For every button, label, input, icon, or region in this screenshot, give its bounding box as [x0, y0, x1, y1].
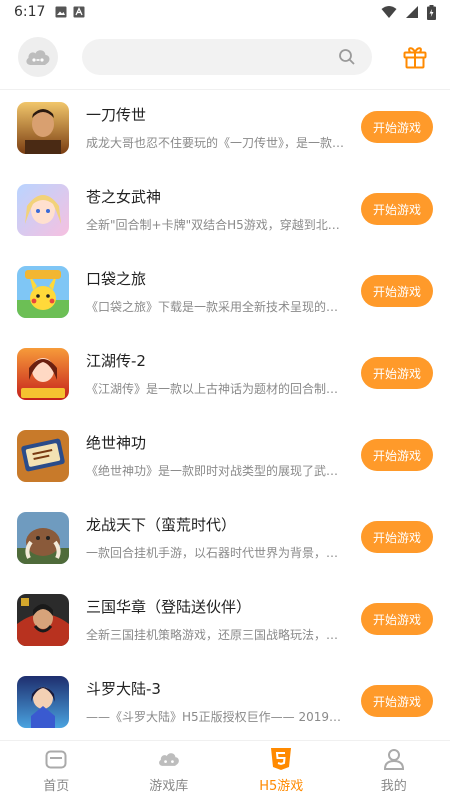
battery-icon [427, 4, 436, 20]
game-description: 《口袋之旅》下载是一款采用全新技术呈现的角色… [86, 300, 348, 314]
start-game-button[interactable]: 开始游戏 [361, 193, 433, 225]
start-game-button[interactable]: 开始游戏 [361, 111, 433, 143]
search-icon[interactable] [338, 48, 356, 66]
game-list-item[interactable]: 苍之女武神 全新"回合制+卡牌"双结合H5游戏，穿越到北欧希… 开始游戏 [0, 172, 450, 254]
game-thumbnail[interactable] [17, 430, 69, 482]
game-list-item[interactable]: 绝世神功 《绝世神功》是一款即时对战类型的展现了武侠江… 开始游戏 [0, 418, 450, 500]
start-game-button[interactable]: 开始游戏 [361, 439, 433, 471]
nav-label: H5游戏 [259, 779, 304, 794]
game-title: 口袋之旅 [86, 270, 147, 288]
game-description: 全新三国挂机策略游戏，还原三国战略玩法，在汉… [86, 628, 348, 642]
status-bar: 6:17 [0, 0, 450, 24]
gift-button[interactable] [398, 40, 432, 74]
cloud-game-button[interactable] [18, 36, 58, 77]
nav-game-library[interactable]: 游戏库 [113, 741, 226, 800]
gamepad-cloud-icon [157, 747, 181, 771]
game-description: ——《斗罗大陆》H5正版授权巨作—— 2019年度沉… [86, 710, 348, 724]
top-header [0, 24, 450, 90]
game-thumbnail[interactable] [17, 512, 69, 564]
user-icon [382, 747, 406, 771]
game-thumbnail[interactable] [17, 266, 69, 318]
game-thumbnail[interactable] [17, 102, 69, 154]
start-game-button[interactable]: 开始游戏 [361, 603, 433, 635]
start-game-button[interactable]: 开始游戏 [361, 685, 433, 717]
game-title: 三国华章（登陆送伙伴） [86, 598, 252, 616]
nav-mine[interactable]: 我的 [338, 741, 450, 800]
game-list-item[interactable]: 斗罗大陆-3 ——《斗罗大陆》H5正版授权巨作—— 2019年度沉… 开始游戏 [0, 664, 450, 740]
game-title: 龙战天下（蛮荒时代） [86, 516, 237, 534]
app-notification-icon [73, 6, 85, 18]
home-icon [44, 747, 68, 771]
signal-icon [406, 6, 418, 18]
game-thumbnail[interactable] [17, 594, 69, 646]
nav-home[interactable]: 首页 [0, 741, 113, 800]
game-list-item[interactable]: 三国华章（登陆送伙伴） 全新三国挂机策略游戏，还原三国战略玩法，在汉… 开始游戏 [0, 582, 450, 664]
status-time: 6:17 [14, 4, 46, 20]
game-list-item[interactable]: 江湖传-2 《江湖传》是一款以上古神话为题材的回合制游戏… 开始游戏 [0, 336, 450, 418]
game-description: 《绝世神功》是一款即时对战类型的展现了武侠江… [86, 464, 348, 478]
game-list-item[interactable]: 龙战天下（蛮荒时代） 一款回合挂机手游，以石器时代世界为背景，你将… 开始游戏 [0, 500, 450, 582]
game-thumbnail[interactable] [17, 348, 69, 400]
bottom-navigation: 首页 游戏库 H5游戏 我的 [0, 740, 450, 800]
game-title: 斗罗大陆-3 [86, 680, 161, 698]
search-box[interactable] [82, 38, 372, 75]
game-description: 成龙大哥也忍不住要玩的《一刀传世》，是一款集… [86, 136, 348, 150]
start-game-button[interactable]: 开始游戏 [361, 521, 433, 553]
gift-icon [403, 46, 427, 68]
nav-label: 游戏库 [149, 779, 189, 794]
game-list-item[interactable]: 一刀传世 成龙大哥也忍不住要玩的《一刀传世》，是一款集… 开始游戏 [0, 90, 450, 172]
html5-icon [269, 747, 293, 771]
image-notification-icon [55, 6, 67, 18]
game-thumbnail[interactable] [17, 184, 69, 236]
nav-label: 首页 [43, 779, 70, 794]
game-description: 《江湖传》是一款以上古神话为题材的回合制游戏… [86, 382, 348, 396]
game-list-item[interactable]: 口袋之旅 《口袋之旅》下载是一款采用全新技术呈现的角色… 开始游戏 [0, 254, 450, 336]
game-title: 绝世神功 [86, 434, 147, 452]
start-game-button[interactable]: 开始游戏 [361, 357, 433, 389]
game-title: 一刀传世 [86, 106, 147, 124]
game-thumbnail[interactable] [17, 676, 69, 728]
game-description: 一款回合挂机手游，以石器时代世界为背景，你将… [86, 546, 348, 560]
game-title: 江湖传-2 [86, 352, 146, 370]
nav-h5-games[interactable]: H5游戏 [225, 741, 338, 800]
start-game-button[interactable]: 开始游戏 [361, 275, 433, 307]
search-input[interactable] [82, 38, 338, 75]
wifi-icon [381, 6, 397, 18]
game-title: 苍之女武神 [86, 188, 162, 206]
nav-label: 我的 [380, 779, 407, 794]
game-list: 一刀传世 成龙大哥也忍不住要玩的《一刀传世》，是一款集… 开始游戏 苍之女武神 … [0, 90, 450, 740]
game-description: 全新"回合制+卡牌"双结合H5游戏，穿越到北欧希… [86, 218, 348, 232]
cloud-game-icon [26, 49, 50, 65]
